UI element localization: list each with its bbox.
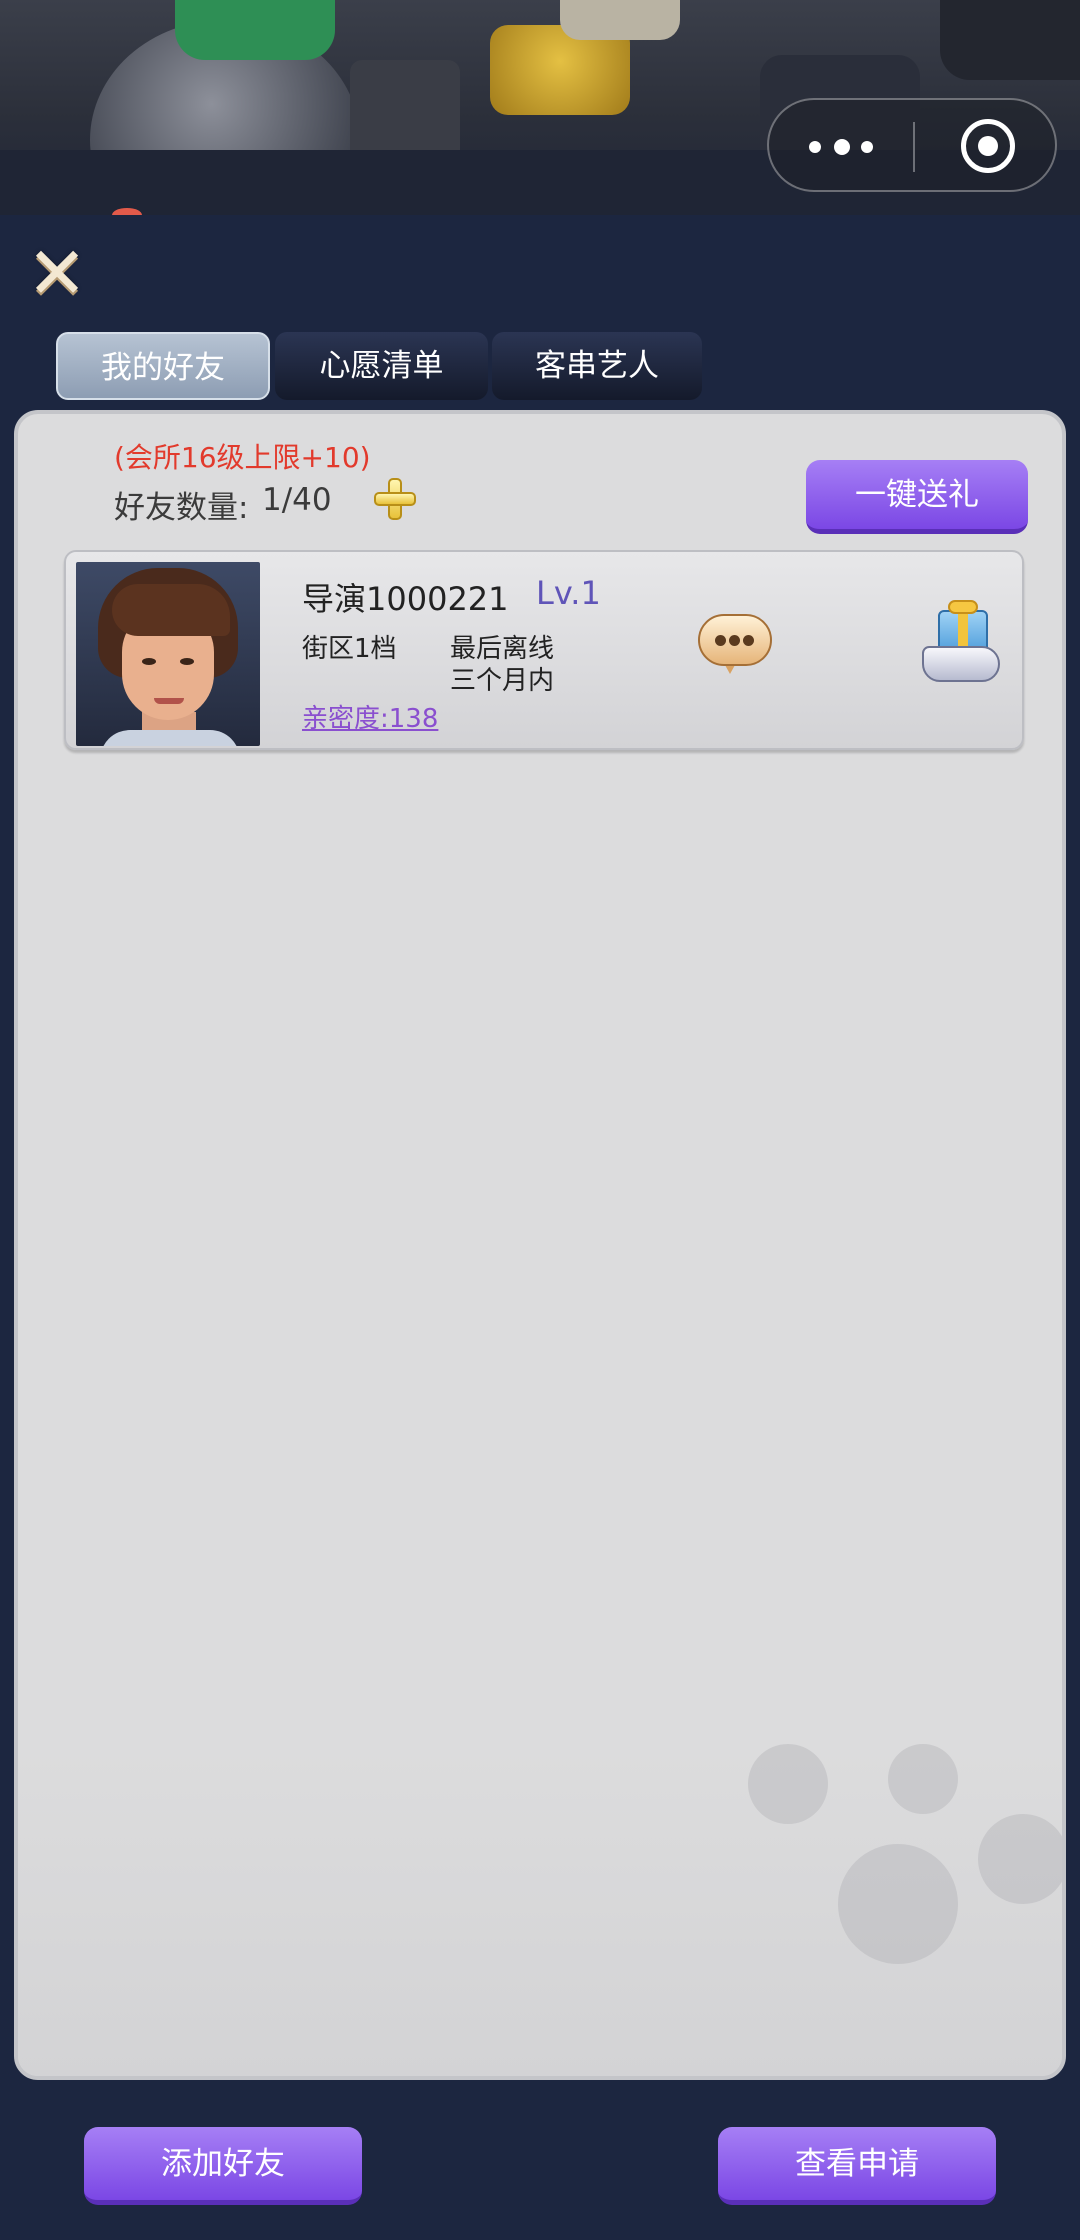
miniprogram-capsule — [767, 98, 1057, 192]
gift-all-button[interactable]: 一键送礼 — [806, 460, 1028, 534]
close-x-icon[interactable]: ✕ — [24, 237, 90, 309]
chat-bubble-icon[interactable] — [698, 614, 772, 674]
tab-wish-list[interactable]: 心愿清单 — [275, 332, 488, 400]
scene-object — [560, 0, 680, 40]
more-dots-icon[interactable] — [809, 139, 875, 155]
decor-circle — [888, 1744, 958, 1814]
friend-level: Lv.1 — [536, 574, 601, 612]
add-friend-button[interactable]: 添加好友 — [84, 2127, 362, 2205]
decor-circle — [838, 1844, 958, 1964]
target-circle-icon[interactable] — [961, 119, 1015, 173]
scene-object — [175, 0, 335, 60]
tab-guest-artists[interactable]: 客串艺人 — [492, 332, 702, 400]
friend-limit-note: (会所16级上限+10) — [114, 441, 371, 474]
scene-red-spot — [112, 208, 142, 215]
tab-my-friends[interactable]: 我的好友 — [56, 332, 270, 400]
plus-icon[interactable] — [370, 474, 418, 522]
friend-count-value: 1/40 — [262, 482, 332, 518]
view-requests-button[interactable]: 查看申请 — [718, 2127, 996, 2205]
decor-circle — [978, 1814, 1062, 1904]
scene-object — [940, 0, 1080, 80]
decor-circle — [748, 1744, 828, 1824]
capsule-divider — [913, 122, 915, 172]
avatar[interactable] — [76, 562, 260, 746]
intimacy-link[interactable]: 亲密度:138 — [302, 698, 438, 735]
last-offline-value: 三个月内 — [450, 666, 555, 696]
friend-card[interactable]: 导演1000221 Lv.1 街区1档 最后离线 三个月内 亲密度:138 — [64, 550, 1024, 750]
friend-name: 导演1000221 — [302, 580, 509, 618]
gift-hand-icon[interactable] — [922, 600, 1002, 690]
friend-district: 街区1档 — [302, 634, 397, 664]
friend-count-label: 好友数量: — [114, 490, 249, 526]
friends-panel: (会所16级上限+10) 好友数量: 1/40 一键送礼 导演1000221 L… — [14, 410, 1066, 2080]
